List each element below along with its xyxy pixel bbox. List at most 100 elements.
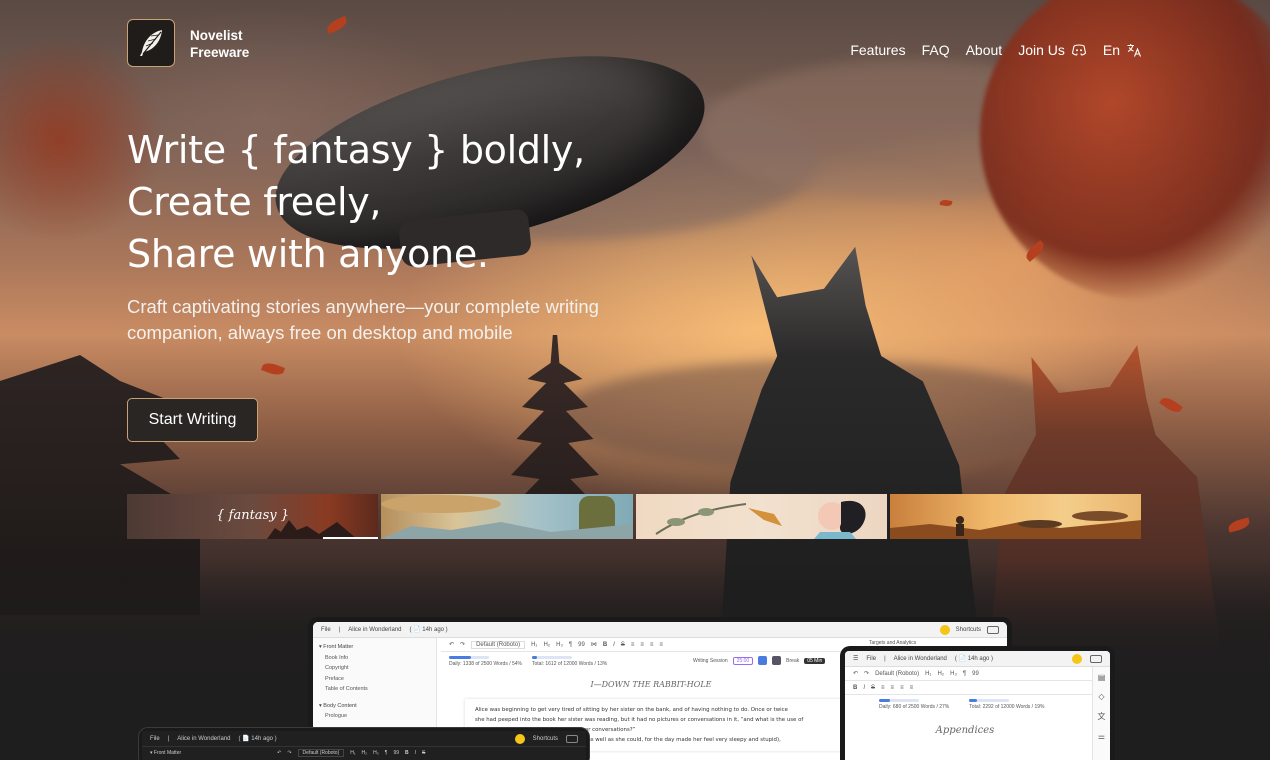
h1-icon[interactable]: H₁ [531,642,537,648]
start-writing-button[interactable]: Start Writing [127,398,258,442]
theme-thumb-fantasy[interactable]: { fantasy } [127,494,379,539]
italic-icon[interactable]: I [613,642,615,648]
headline-line-1: Write { fantasy } boldly, [127,128,585,172]
total-progress: Total: 1612 of 12000 Words / 13% [532,655,607,667]
nav-faq[interactable]: FAQ [922,42,950,58]
font-select[interactable]: Default (Roboto) [875,671,919,677]
align-left-icon[interactable]: ≡ [631,642,635,648]
undo-icon[interactable]: ↶ [449,641,454,648]
sidebar-item-prologue[interactable]: Prologue [319,711,430,722]
break-time[interactable]: 05 Min [804,657,826,664]
menu-icon[interactable]: ☰ [853,655,858,662]
redo-icon[interactable]: ↷ [460,641,465,648]
h3-icon[interactable]: H₃ [373,750,379,756]
separator-icon[interactable]: ⋈ [591,641,597,648]
bold-icon[interactable]: B [405,750,409,756]
strike-icon[interactable]: S [621,642,625,648]
redo-icon[interactable]: ↷ [864,670,869,677]
align-right-icon[interactable]: ≡ [650,642,654,648]
h3-icon[interactable]: H₃ [950,671,957,677]
h2-icon[interactable]: H₂ [937,671,944,677]
sidebar-item-book-info[interactable]: Book Info [319,653,430,664]
undo-icon[interactable]: ↶ [853,670,858,677]
shortcuts-label[interactable]: Shortcuts [533,736,558,742]
crown-icon[interactable] [1072,653,1082,664]
align-right-icon[interactable]: ≡ [900,685,904,691]
crown-icon[interactable] [514,733,525,744]
strike-icon[interactable]: S [871,685,875,691]
dark-app-window: File | Alice in Wonderland ( 📄 14h ago )… [142,731,586,760]
font-select[interactable]: Default (Roboto) [297,749,345,757]
align-center-icon[interactable]: ≡ [640,642,644,648]
h2-icon[interactable]: H₂ [543,642,550,648]
h1-icon[interactable]: H₁ [350,750,355,756]
title-separator: | [167,735,170,742]
sidebar-group-front-matter[interactable]: ▾ Front Matter [150,750,181,756]
tablet-toolbar-2: B I S ≡ ≡ ≡ ≡ [845,681,1110,695]
h3-icon[interactable]: H₃ [556,642,563,648]
strike-icon[interactable]: S [422,750,425,756]
paragraph-icon[interactable]: ¶ [569,642,572,648]
tablet-app-window: ☰ File | Alice in Wonderland ( 📄 14h ago… [845,651,1110,760]
shield-icon[interactable]: ◇ [1098,692,1104,701]
bold-icon[interactable]: B [603,642,607,648]
sliders-icon[interactable]: ⚌ [1098,732,1105,741]
theme-thumb-steampunk[interactable] [381,494,633,539]
tablet-right-rail: ▤ ◇ 文 ⚌ [1092,667,1110,760]
total-progress: Total: 2292 of 12000 Words / 19% [969,698,1044,710]
keyboard-icon[interactable] [1090,654,1102,663]
redo-icon[interactable]: ↷ [287,750,291,756]
subtitle-line-1: Craft captivating stories anywhere—your … [127,296,599,317]
quote-icon[interactable]: 99 [393,750,399,756]
crown-icon[interactable] [939,624,950,635]
theme-thumb-ukiyo[interactable] [635,494,887,539]
h1-icon[interactable]: H₁ [925,671,931,677]
headline-line-2: Create freely, [127,180,382,224]
bold-icon[interactable]: B [853,685,857,691]
translate-icon[interactable]: 文 [1098,711,1106,722]
sidebar-item-preface[interactable]: Preface [319,674,430,685]
doc-title: Alice in Wonderland [348,626,402,633]
nav-about[interactable]: About [966,42,1003,58]
menu-file[interactable]: File [150,736,160,742]
hero-subtitle: Craft captivating stories anywhere—your … [127,294,667,346]
justify-icon[interactable]: ≡ [659,642,663,648]
nav-join-us[interactable]: Join Us [1018,42,1087,58]
sidebar-group-body-content[interactable]: ▾ Body Content [319,701,430,712]
saved-status: ( 📄 14h ago ) [409,627,448,633]
shortcuts-label[interactable]: Shortcuts [956,627,981,633]
italic-icon[interactable]: I [863,685,865,691]
brand-name[interactable]: Novelist Freeware [190,27,249,61]
sidebar-item-toc[interactable]: Table of Contents [319,684,430,695]
notes-icon[interactable]: ▤ [1098,673,1106,682]
menu-file[interactable]: File [321,627,331,633]
theme-thumb-adventure[interactable] [889,494,1141,539]
paragraph-icon[interactable]: ¶ [385,750,388,756]
sidebar-item-copyright[interactable]: Copyright [319,663,430,674]
align-center-icon[interactable]: ≡ [891,685,895,691]
quote-icon[interactable]: 99 [972,671,979,677]
menu-file[interactable]: File [866,656,876,662]
total-progress-bar [969,699,1010,702]
nav-features[interactable]: Features [850,42,905,58]
italic-icon[interactable]: I [415,750,416,756]
play-icon[interactable] [758,656,768,665]
doc-title: Alice in Wonderland [177,735,231,742]
align-left-icon[interactable]: ≡ [881,685,885,691]
undo-icon[interactable]: ↶ [277,750,281,756]
justify-icon[interactable]: ≡ [910,685,914,691]
keyboard-icon[interactable] [987,625,999,634]
top-nav: Features FAQ About Join Us En [850,42,1142,58]
paragraph-icon[interactable]: ¶ [963,671,966,677]
keyboard-icon[interactable] [566,734,578,743]
quote-icon[interactable]: 99 [578,642,585,648]
h2-icon[interactable]: H₂ [362,750,368,756]
session-time[interactable]: 25:00 [732,656,754,665]
theme-selector: { fantasy } [127,494,1141,539]
sidebar-group-front-matter[interactable]: ▾ Front Matter [319,642,430,653]
tablet-toolbar-1: ↶ ↷ Default (Roboto) H₁ H₂ H₃ ¶ 99 [845,667,1110,681]
nav-language[interactable]: En [1103,42,1142,58]
logo[interactable] [127,19,175,67]
reset-icon[interactable] [772,656,782,665]
font-select[interactable]: Default (Roboto) [471,640,526,649]
